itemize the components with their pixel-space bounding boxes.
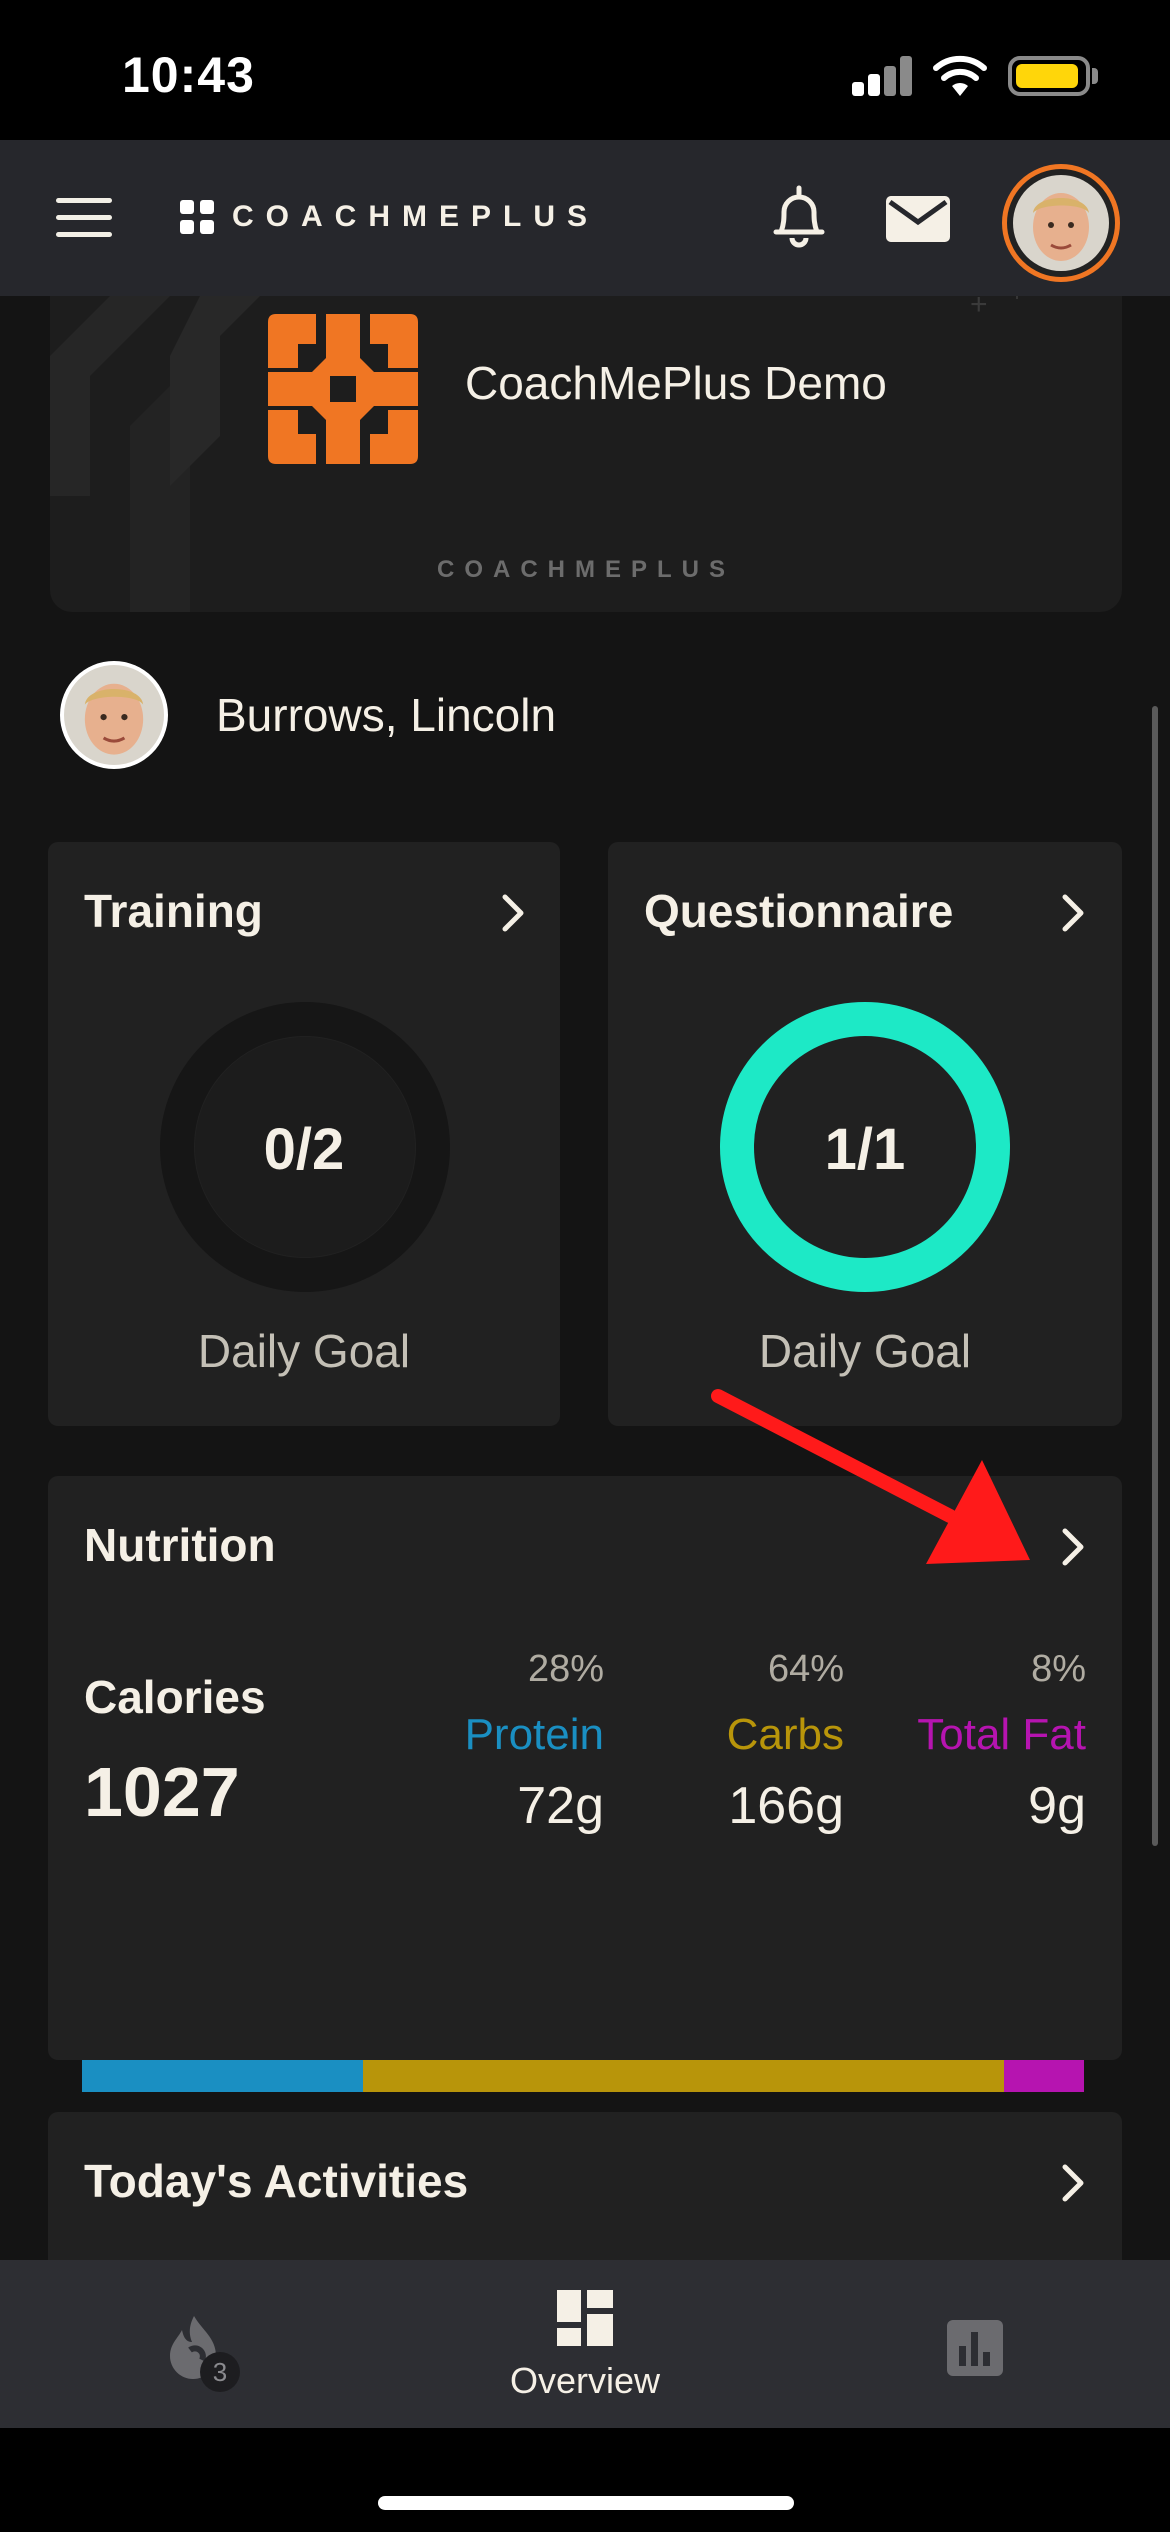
- bar-chart-icon: [947, 2320, 1003, 2376]
- fat-value: 9g: [1028, 1777, 1086, 1835]
- fat-label: Total Fat: [917, 1710, 1086, 1759]
- training-title: Training: [84, 885, 263, 937]
- cellular-signal-icon: [852, 56, 914, 96]
- messages-mail-icon[interactable]: [886, 196, 950, 242]
- app-header: COACHMEPLUS: [0, 140, 1170, 296]
- tab-overview-label: Overview: [509, 2360, 661, 2401]
- banner-brand-text: COACHMEPLUS: [436, 556, 735, 583]
- carbs-percent: 64%: [767, 1648, 844, 1690]
- status-bar: 10:43: [0, 0, 1170, 140]
- avatar-face-icon: [1013, 175, 1109, 271]
- overview-content[interactable]: + + CoachMePlus Demo COACHMEPLUS: [0, 296, 1170, 2260]
- macro-distribution-bar: [82, 2060, 1084, 2092]
- chevron-right-icon[interactable]: [500, 892, 526, 934]
- carbs-value: 166g: [728, 1777, 844, 1835]
- training-card[interactable]: Training 0/2 Daily Goal: [48, 842, 560, 1426]
- team-logo-icon: [268, 314, 418, 464]
- hamburger-menu-icon[interactable]: [56, 198, 112, 238]
- questionnaire-progress-count: 1/1: [824, 1117, 906, 1182]
- team-name: CoachMePlus Demo: [465, 357, 887, 409]
- protein-bar-segment: [82, 2060, 363, 2092]
- athlete-avatar: [60, 661, 168, 769]
- protein-percent: 28%: [527, 1648, 604, 1690]
- status-time: 10:43: [122, 47, 255, 103]
- chevron-right-icon[interactable]: [1060, 2162, 1086, 2204]
- team-banner[interactable]: + + CoachMePlus Demo COACHMEPLUS: [50, 296, 1122, 612]
- svg-text:+: +: [1010, 296, 1024, 307]
- calories-label: Calories: [84, 1671, 266, 1723]
- dashboard-icon: [557, 2290, 613, 2346]
- fat-bar-segment: [1003, 2060, 1084, 2092]
- annotation-arrow-icon: [711, 1389, 1030, 1564]
- scrollbar[interactable]: [1152, 706, 1158, 1846]
- training-progress-count: 0/2: [263, 1117, 345, 1182]
- training-goal-label: Daily Goal: [197, 1325, 411, 1377]
- tab-overview[interactable]: Overview: [460, 2260, 710, 2428]
- home-indicator[interactable]: [378, 2496, 794, 2510]
- notifications-bell-icon[interactable]: [770, 184, 828, 248]
- streak-badge: 3: [200, 2352, 240, 2392]
- svg-text:+: +: [970, 296, 988, 321]
- carbs-label: Carbs: [726, 1710, 844, 1759]
- battery-icon: [1008, 56, 1090, 96]
- athlete-row[interactable]: Burrows, Lincoln: [60, 660, 556, 770]
- athlete-face-icon: [64, 665, 164, 765]
- chevron-right-icon[interactable]: [1060, 1526, 1086, 1568]
- nutrition-title: Nutrition: [84, 1519, 276, 1571]
- fat-percent: 8%: [1031, 1648, 1086, 1690]
- logo-text: COACHMEPLUS: [232, 200, 600, 233]
- tab-stats[interactable]: [910, 2260, 1040, 2428]
- protein-label: Protein: [464, 1710, 604, 1759]
- logo-mark-icon: [180, 200, 214, 234]
- protein-value: 72g: [517, 1777, 604, 1835]
- app-logo: COACHMEPLUS: [180, 192, 599, 242]
- home-indicator-area: [0, 2428, 1170, 2532]
- bottom-tab-bar: 3 Overview: [0, 2260, 1170, 2428]
- athlete-name: Burrows, Lincoln: [216, 689, 557, 741]
- questionnaire-card[interactable]: Questionnaire 1/1 Daily Goal: [608, 842, 1122, 1426]
- calories-value: 1027: [84, 1753, 240, 1831]
- activities-card[interactable]: Today's Activities: [48, 2112, 1122, 2260]
- profile-avatar[interactable]: [1002, 164, 1120, 282]
- questionnaire-title: Questionnaire: [644, 885, 954, 937]
- chevron-right-icon[interactable]: [1060, 892, 1086, 934]
- activities-title: Today's Activities: [84, 2155, 469, 2207]
- tab-streak[interactable]: 3: [130, 2260, 260, 2428]
- carbs-bar-segment: [362, 2060, 1004, 2092]
- wifi-icon: [933, 55, 987, 96]
